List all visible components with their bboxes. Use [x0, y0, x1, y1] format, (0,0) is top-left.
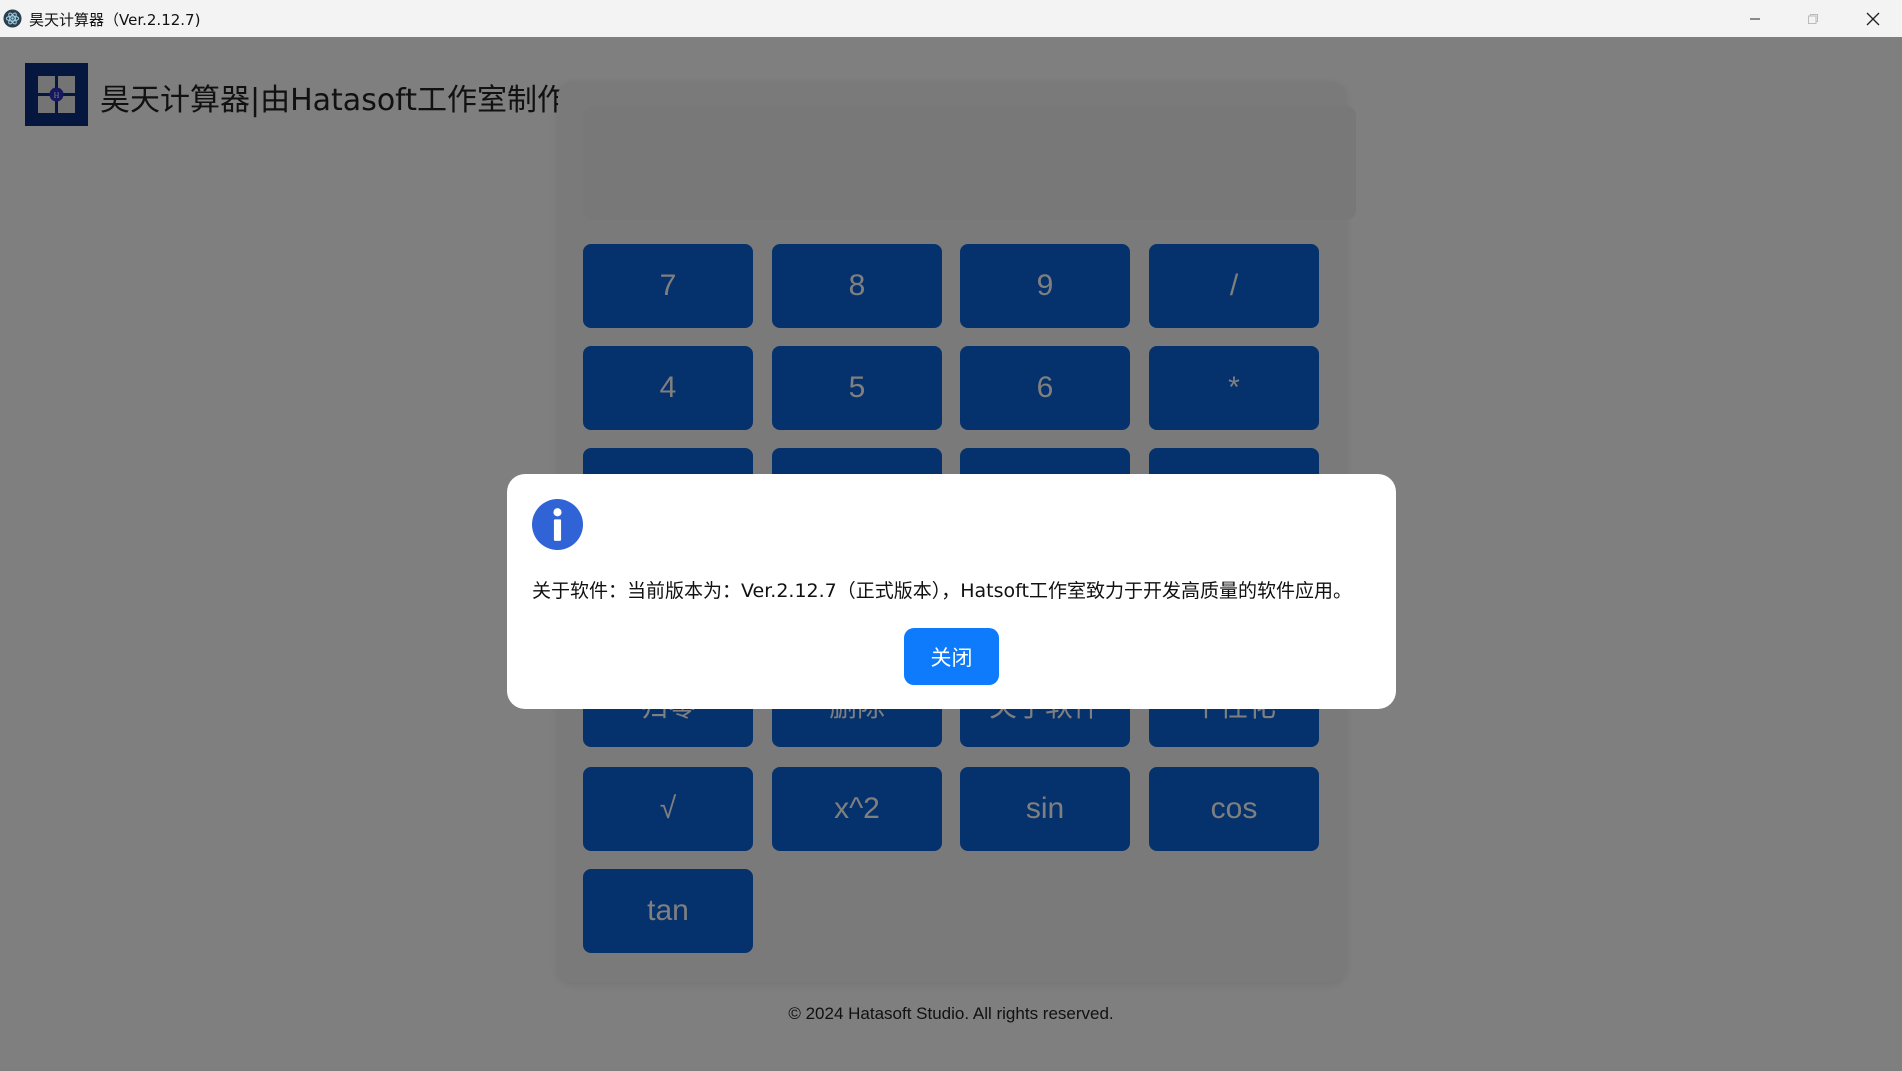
minimize-button[interactable]	[1726, 0, 1784, 37]
electron-atom-icon	[3, 9, 22, 28]
close-icon	[1866, 12, 1880, 25]
dialog-message: 关于软件：当前版本为：Ver.2.12.7（正式版本），Hatsoft工作室致力…	[532, 580, 1352, 602]
info-icon	[532, 499, 583, 550]
dialog-close-button[interactable]: 关闭	[904, 628, 999, 685]
restore-icon	[1808, 13, 1818, 24]
minimize-icon	[1750, 18, 1760, 19]
window-titlebar: 昊天计算器（Ver.2.12.7)	[0, 0, 1902, 37]
about-dialog: 关于软件：当前版本为：Ver.2.12.7（正式版本），Hatsoft工作室致力…	[507, 474, 1396, 709]
restore-button[interactable]	[1784, 0, 1842, 37]
close-window-button[interactable]	[1844, 0, 1902, 37]
modal-overlay[interactable]: 关于软件：当前版本为：Ver.2.12.7（正式版本），Hatsoft工作室致力…	[0, 37, 1902, 1071]
window-title: 昊天计算器（Ver.2.12.7)	[29, 11, 201, 29]
